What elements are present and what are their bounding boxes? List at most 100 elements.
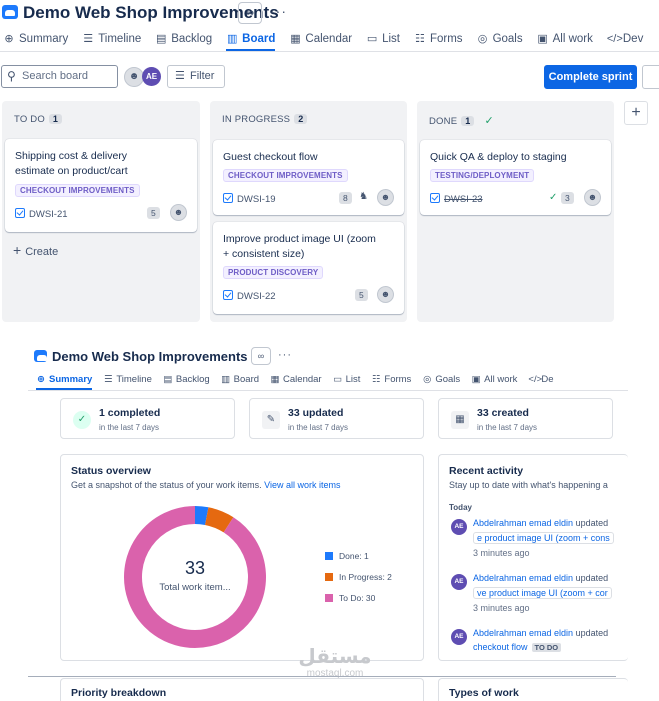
assignee-avatar[interactable]: ☻ <box>377 286 394 303</box>
tab-forms[interactable]: ☷ Forms <box>371 374 411 385</box>
create-button[interactable]: + Create <box>13 242 58 258</box>
code-icon: </> <box>606 33 623 45</box>
tab-calendar[interactable]: ▦ Calendar <box>289 32 352 45</box>
legend-swatch <box>325 573 333 581</box>
globe-icon: ⊕ <box>37 374 45 385</box>
story-points: 3 <box>561 192 574 204</box>
activity-item-link[interactable]: e product image UI (zoom + cons <box>473 532 614 544</box>
tab-board[interactable]: ▥ Board <box>221 374 259 385</box>
tab-goals[interactable]: ◎ Goals <box>477 32 523 45</box>
stat-updated[interactable]: ✎ 33 updated in the last 7 days <box>249 398 424 439</box>
tab-goals[interactable]: ◎ Goals <box>422 374 460 385</box>
donut-total: 33 <box>184 558 206 578</box>
tab-dev[interactable]: </>Dev <box>607 33 643 45</box>
tab-all-work[interactable]: ▣ All work <box>471 374 518 385</box>
task-icon <box>223 290 233 300</box>
stat-created[interactable]: ▦ 33 created in the last 7 days <box>438 398 613 439</box>
done-check-icon: ✓ <box>549 192 558 203</box>
story-points: 5 <box>355 289 368 301</box>
filter-button[interactable]: ☰ Filter <box>167 65 225 88</box>
tab-all-work[interactable]: ▣ All work <box>537 32 592 45</box>
tab-board[interactable]: ▥ Board <box>226 32 276 51</box>
activity-user-link[interactable]: Abdelrahman emad eldin <box>473 573 573 583</box>
issue-card[interactable]: Shipping cost & delivery estimate on pro… <box>5 139 197 232</box>
legend-swatch <box>325 594 333 602</box>
card-key[interactable]: DWSI-22 <box>223 290 276 302</box>
project-logo-icon <box>34 350 47 362</box>
column-done: DONE 1 ✓ Quick QA & deploy to staging TEST… <box>417 101 614 322</box>
code-icon: </> <box>528 374 543 385</box>
donut-slice-done[interactable] <box>194 506 209 525</box>
panel-title: Priority breakdown <box>71 687 167 699</box>
activity-user-link[interactable]: Abdelrahman emad eldin <box>473 628 573 638</box>
issue-card[interactable]: Guest checkout flow CHECKOUT IMPROVEMENT… <box>213 140 404 215</box>
project-tabs: ⊕ Summary ☰ Timeline ▤ Backlog ▥ Board ▦ Calendar… <box>36 374 565 390</box>
tab-summary[interactable]: ⊕ Summary <box>36 374 93 390</box>
plus-icon: + <box>13 242 22 258</box>
story-points: 5 <box>147 207 160 219</box>
assignee-avatar[interactable]: ☻ <box>170 204 187 221</box>
status-overview-panel: Status overview Get a snapshot of the st… <box>60 454 424 661</box>
tab-timeline[interactable]: ☰ Timeline <box>82 32 141 45</box>
search-board-input[interactable]: ⚲ Search board <box>1 65 118 88</box>
stat-completed[interactable]: ✓ 1 completed in the last 7 days <box>60 398 235 439</box>
goals-icon: ◎ <box>477 33 488 45</box>
view-all-link[interactable]: View all work items <box>264 480 340 490</box>
assignee-avatar[interactable]: ☻ <box>584 189 601 206</box>
issue-card[interactable]: Quick QA & deploy to staging TESTING/DEP… <box>420 140 611 215</box>
avatar: AE <box>451 629 467 645</box>
tab-summary[interactable]: ⊕ Summary <box>3 32 68 45</box>
card-key[interactable]: DWSI-19 <box>223 193 276 205</box>
legend-item: To Do: 30 <box>325 593 375 603</box>
team-button[interactable]: ∞ <box>238 2 262 24</box>
activity-group-label: Today <box>449 503 472 512</box>
complete-sprint-button[interactable]: Complete sprint <box>544 65 637 89</box>
board-settings-button[interactable] <box>642 65 659 89</box>
card-epic-label[interactable]: PRODUCT DISCOVERY <box>223 266 324 279</box>
panel-title: Status overview <box>71 465 151 477</box>
activity-item-link[interactable]: checkout flow TO DO <box>473 642 562 652</box>
tab-forms[interactable]: ☷ Forms <box>414 32 463 45</box>
tab-de[interactable]: </>De <box>528 374 553 385</box>
activity-time: 3 minutes ago <box>473 603 530 613</box>
section-divider <box>28 676 616 677</box>
team-button[interactable]: ∞ <box>251 347 271 365</box>
filter-icon: ☰ <box>175 70 185 82</box>
stat-main: 1 completed <box>99 407 161 419</box>
activity-user-link[interactable]: Abdelrahman emad eldin <box>473 518 573 528</box>
column-count: 2 <box>294 114 308 124</box>
project-logo-icon <box>2 5 18 19</box>
priority-breakdown-panel: Priority breakdown <box>60 678 424 701</box>
board-icon: ▥ <box>221 374 231 385</box>
tab-backlog[interactable]: ▤ Backlog <box>163 374 209 385</box>
activity-text: Abdelrahman emad eldin updated <box>473 628 609 638</box>
avatar-unassigned[interactable]: ☻ <box>124 67 144 87</box>
task-icon <box>430 193 440 203</box>
all-work-icon: ▣ <box>537 33 548 45</box>
tab-list[interactable]: ▭ List <box>366 32 400 45</box>
card-key[interactable]: DWSI-23 <box>430 193 483 205</box>
issue-card[interactable]: Improve product image UI (zoom + consist… <box>213 222 404 314</box>
pencil-icon: ✎ <box>262 411 280 429</box>
card-epic-label[interactable]: CHECKOUT IMPROVEMENTS <box>223 169 348 182</box>
activity-item-link[interactable]: ve product image UI (zoom + cor <box>473 587 612 599</box>
summary-view: Demo Web Shop Improvements ∞ ··· ⊕ Summar… <box>0 340 659 701</box>
tab-backlog[interactable]: ▤ Backlog <box>155 32 212 45</box>
add-column-button[interactable]: + <box>624 101 648 125</box>
tab-list[interactable]: ▭ List <box>333 374 360 385</box>
card-epic-label[interactable]: TESTING/DEPLOYMENT <box>430 169 535 182</box>
card-key[interactable]: DWSI-21 <box>15 208 68 220</box>
avatar[interactable]: AE <box>142 67 161 86</box>
assignee-avatar[interactable]: ☻ <box>377 189 394 206</box>
list-icon: ▭ <box>333 374 343 385</box>
backlog-icon: ▤ <box>156 33 167 45</box>
legend-swatch <box>325 552 333 560</box>
tab-calendar[interactable]: ▦ Calendar <box>270 374 322 385</box>
legend-item: Done: 1 <box>325 551 369 561</box>
donut-slice-in-progress[interactable] <box>204 507 234 533</box>
card-epic-label[interactable]: CHECKOUT IMPROVEMENTS <box>15 184 140 197</box>
watermark-logo: مستقل mostaql.com <box>298 646 372 679</box>
more-actions-button[interactable]: ··· <box>278 349 292 361</box>
more-actions-button[interactable]: ··· <box>270 3 287 19</box>
tab-timeline[interactable]: ☰ Timeline <box>103 374 152 385</box>
